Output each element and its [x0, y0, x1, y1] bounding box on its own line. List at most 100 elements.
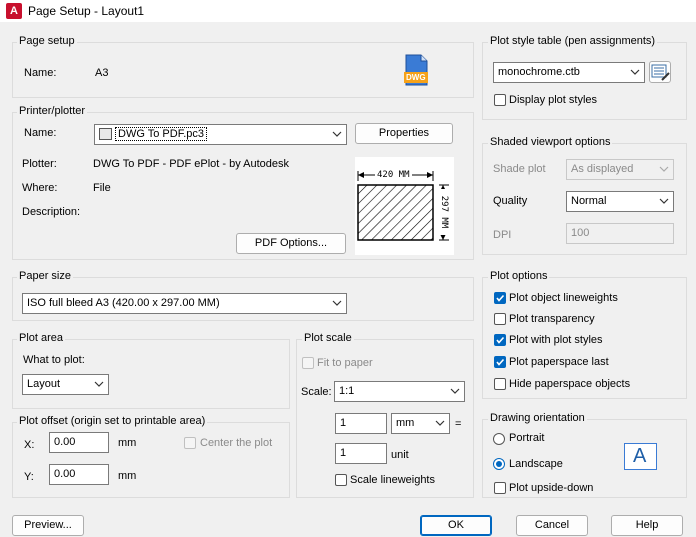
plotter-value: DWG To PDF - PDF ePlot - by Autodesk: [93, 158, 290, 170]
chevron-down-icon: [332, 300, 342, 306]
page-setup-group-label: Page setup: [17, 35, 77, 47]
offset-x-input[interactable]: 0.00: [49, 432, 109, 453]
preview-button[interactable]: Preview...: [12, 515, 84, 536]
where-label: Where:: [22, 182, 58, 194]
shade-plot-select[interactable]: As displayed: [566, 159, 674, 180]
properties-button[interactable]: Properties: [355, 123, 453, 144]
shade-plot-label: Shade plot: [493, 163, 546, 175]
plot-style-value: monochrome.ctb: [498, 66, 580, 78]
landscape-label: Landscape: [509, 458, 563, 470]
plot-option-checkbox[interactable]: [494, 334, 506, 346]
chevron-down-icon: [659, 198, 669, 204]
what-to-plot-value: Layout: [27, 378, 61, 390]
chevron-down-icon: [659, 166, 669, 172]
scale-lineweights-checkbox[interactable]: [335, 474, 347, 486]
quality-value: Normal: [571, 195, 607, 207]
cancel-button[interactable]: Cancel: [516, 515, 588, 536]
plot-option-checkbox[interactable]: [494, 378, 506, 390]
plot-option-checkbox[interactable]: [494, 313, 506, 325]
chevron-down-icon: [630, 69, 640, 75]
offset-x-unit: mm: [118, 437, 137, 449]
checkmark-icon: [496, 336, 505, 344]
offset-y-label: Y:: [24, 471, 34, 483]
scale-equals-sign: =: [455, 418, 462, 430]
landscape-orientation-icon: A: [624, 443, 657, 470]
offset-x-label: X:: [24, 439, 35, 451]
dwg-badge-text: DWG: [406, 73, 426, 82]
plot-option-checkbox[interactable]: [494, 356, 506, 368]
fit-to-paper-checkbox[interactable]: [302, 357, 314, 369]
plot-upside-down-checkbox[interactable]: [494, 482, 506, 494]
plot-option-label: Plot with plot styles: [509, 334, 603, 346]
scale-units-select[interactable]: mm: [391, 413, 450, 434]
chevron-down-icon: [332, 131, 342, 137]
fit-to-paper-label: Fit to paper: [317, 357, 373, 369]
dpi-input[interactable]: 100: [566, 223, 674, 244]
plot-option-label: Plot transparency: [509, 313, 595, 325]
scale-unit-label: unit: [391, 449, 409, 461]
drawing-orientation-group-label: Drawing orientation: [488, 412, 587, 424]
plot-style-select[interactable]: monochrome.ctb: [493, 62, 645, 83]
printer-name-value: DWG To PDF.pc3: [115, 127, 207, 141]
plot-area-group-label: Plot area: [17, 332, 66, 344]
plot-option-label: Plot object lineweights: [509, 292, 618, 304]
window-title: Page Setup - Layout1: [28, 4, 145, 18]
checkmark-icon: [496, 294, 505, 302]
plot-option-label: Hide paperspace objects: [509, 378, 631, 390]
display-plot-styles-checkbox[interactable]: [494, 94, 506, 106]
display-plot-styles-label: Display plot styles: [509, 94, 598, 106]
offset-y-input[interactable]: 0.00: [49, 464, 109, 485]
paper-size-value: ISO full bleed A3 (420.00 x 297.00 MM): [27, 297, 220, 309]
center-plot-label: Center the plot: [200, 437, 273, 449]
printer-icon: [99, 128, 112, 140]
chevron-down-icon: [94, 381, 104, 387]
shaded-viewport-group-label: Shaded viewport options: [488, 136, 613, 148]
where-value: File: [93, 182, 111, 194]
printer-name-label: Name:: [24, 127, 57, 139]
orientation-icon-letter: A: [633, 445, 647, 467]
portrait-label: Portrait: [509, 432, 545, 444]
plot-options-group-label: Plot options: [488, 270, 550, 282]
scale-value: 1:1: [339, 385, 355, 397]
plot-option-checkbox[interactable]: [494, 292, 506, 304]
paper-preview: 420 MM 297 MM: [355, 157, 454, 255]
page-setup-name-value: A3: [95, 67, 109, 79]
printer-name-select[interactable]: DWG To PDF.pc3: [94, 124, 347, 145]
plot-style-editor-icon: [651, 64, 670, 81]
paper-size-group-label: Paper size: [17, 270, 73, 282]
plot-upside-down-label: Plot upside-down: [509, 482, 594, 494]
dpi-label: DPI: [493, 229, 512, 241]
scale-label: Scale:: [301, 386, 332, 398]
dwg-file-icon: DWG: [403, 54, 429, 86]
shade-plot-value: As displayed: [571, 163, 634, 175]
what-to-plot-label: What to plot:: [23, 354, 85, 366]
page-setup-name-label: Name:: [24, 67, 57, 79]
offset-y-unit: mm: [118, 470, 137, 482]
printer-plotter-group-label: Printer/plotter: [17, 105, 88, 117]
scale-paper-units-input[interactable]: 1: [335, 413, 387, 434]
paper-size-select[interactable]: ISO full bleed A3 (420.00 x 297.00 MM): [22, 293, 347, 314]
plotter-label: Plotter:: [22, 158, 57, 170]
chevron-down-icon: [450, 388, 460, 394]
portrait-radio[interactable]: [493, 433, 505, 445]
help-button[interactable]: Help: [611, 515, 683, 536]
scale-units-value: mm: [396, 417, 415, 429]
what-to-plot-select[interactable]: Layout: [22, 374, 109, 395]
landscape-radio[interactable]: [493, 458, 505, 470]
quality-select[interactable]: Normal: [566, 191, 674, 212]
scale-lineweights-label: Scale lineweights: [350, 474, 435, 486]
autocad-app-icon: A: [6, 3, 22, 19]
checkmark-icon: [496, 358, 505, 366]
center-plot-checkbox[interactable]: [184, 437, 196, 449]
plot-option-label: Plot paperspace last: [509, 356, 609, 368]
scale-drawing-units-input[interactable]: 1: [335, 443, 387, 464]
pdf-options-button[interactable]: PDF Options...: [236, 233, 346, 254]
description-label: Description:: [22, 206, 81, 218]
scale-select[interactable]: 1:1: [334, 381, 465, 402]
plot-style-group-label: Plot style table (pen assignments): [488, 35, 658, 47]
ok-button[interactable]: OK: [420, 515, 492, 536]
edit-plot-style-button[interactable]: [649, 61, 671, 83]
plot-scale-group-label: Plot scale: [302, 332, 354, 344]
preview-width-label: 420 MM: [375, 170, 412, 180]
preview-height-label: 297 MM: [439, 189, 449, 235]
